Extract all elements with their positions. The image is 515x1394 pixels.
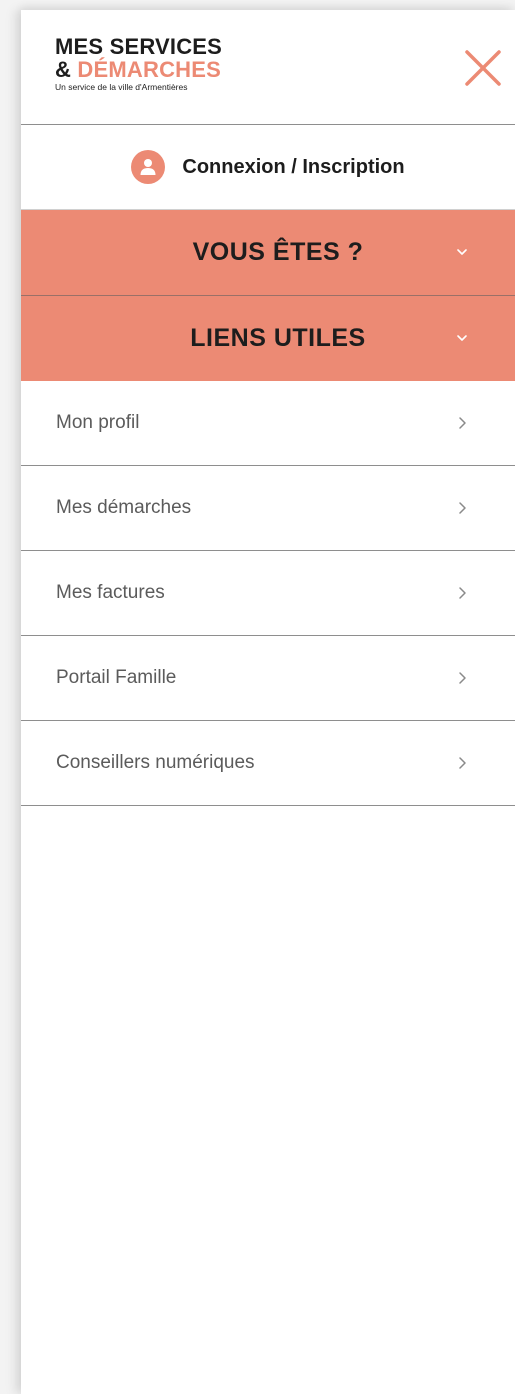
chevron-right-icon xyxy=(459,502,466,514)
link-mes-factures[interactable]: Mes factures xyxy=(21,551,515,636)
chevron-right-icon xyxy=(459,417,466,429)
close-icon xyxy=(465,50,501,86)
accordion-label: LIENS UTILES xyxy=(190,324,366,352)
user-icon xyxy=(131,150,166,184)
chevron-down-icon xyxy=(457,335,467,341)
site-logo[interactable]: MES SERVICES & DÉMARCHES Un service de l… xyxy=(55,36,222,92)
side-menu-panel: MES SERVICES & DÉMARCHES Un service de l… xyxy=(21,10,515,1394)
logo-subtitle: Un service de la ville d'Armentières xyxy=(55,82,188,92)
link-label: Conseillers numériques xyxy=(56,752,255,773)
login-label: Connexion / Inscription xyxy=(182,155,405,178)
login-signup-link[interactable]: Connexion / Inscription xyxy=(21,125,515,210)
logo-title-line1: MES SERVICES xyxy=(55,34,223,59)
link-label: Portail Famille xyxy=(56,667,177,688)
chevron-right-icon xyxy=(459,587,466,599)
chevron-right-icon xyxy=(459,757,466,769)
link-portail-famille[interactable]: Portail Famille xyxy=(21,636,515,721)
chevron-down-icon xyxy=(457,249,467,255)
menu-header: MES SERVICES & DÉMARCHES Un service de l… xyxy=(21,10,515,125)
useful-links-list: Mon profil Mes démarches Mes factures Po… xyxy=(21,381,515,806)
link-label: Mes factures xyxy=(56,582,165,603)
logo-ampersand: & xyxy=(55,57,72,82)
link-conseillers-numeriques[interactable]: Conseillers numériques xyxy=(21,721,515,806)
accordion-liens-utiles[interactable]: LIENS UTILES xyxy=(21,296,515,381)
close-menu-button[interactable] xyxy=(463,48,503,88)
accordion-label: VOUS ÊTES ? xyxy=(192,238,364,266)
chevron-right-icon xyxy=(459,672,466,684)
logo-accent-word: DÉMARCHES xyxy=(77,57,221,82)
link-mes-demarches[interactable]: Mes démarches xyxy=(21,466,515,551)
link-mon-profil[interactable]: Mon profil xyxy=(21,381,515,466)
logo-title-line2: & DÉMARCHES xyxy=(55,59,222,81)
link-label: Mon profil xyxy=(56,412,140,433)
link-label: Mes démarches xyxy=(56,497,192,518)
accordion-vous-etes[interactable]: VOUS ÊTES ? xyxy=(21,210,515,296)
